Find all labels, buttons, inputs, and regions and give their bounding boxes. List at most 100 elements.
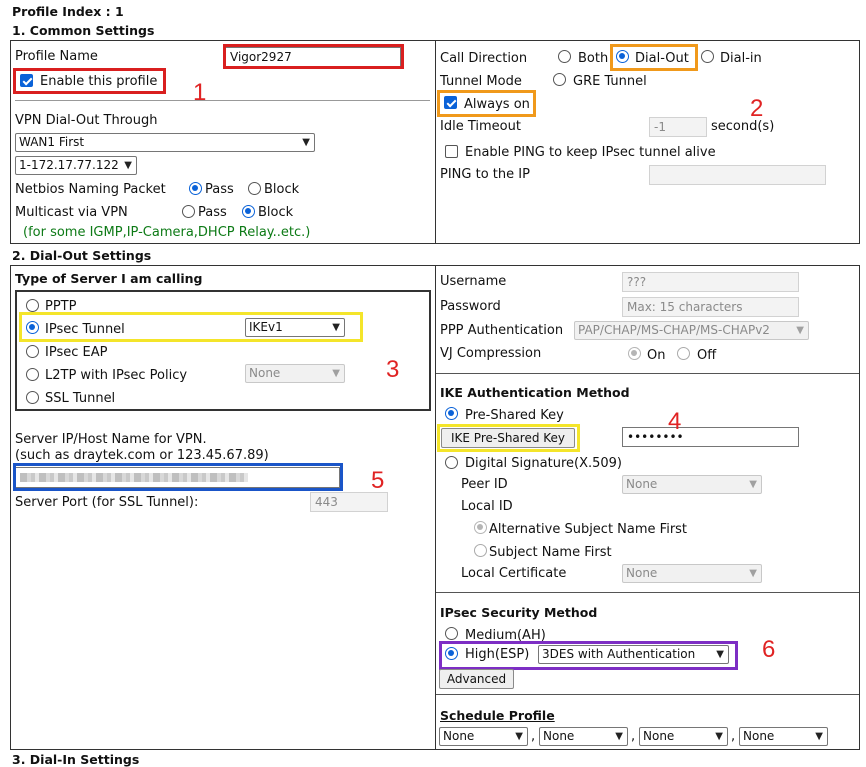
l2tp-label: L2TP with IPsec Policy	[45, 368, 188, 383]
profile-name-label: Profile Name	[15, 49, 98, 64]
ppp-auth-select[interactable]: PAP/CHAP/MS-CHAP/MS-CHAPv2 ▼	[574, 321, 809, 340]
local-id-label: Local ID	[461, 499, 513, 514]
ping-ip-input[interactable]	[649, 165, 826, 185]
username-label: Username	[440, 274, 507, 289]
ping-enable-checkbox[interactable]	[445, 145, 458, 158]
ssl-tunnel-radio[interactable]	[26, 391, 39, 404]
chevron-down-icon: ▼	[124, 160, 132, 171]
server-port-input[interactable]: 443	[310, 492, 388, 512]
chevron-down-icon: ▼	[796, 325, 804, 336]
schedule-separator: ,	[631, 729, 636, 744]
chevron-down-icon: ▼	[515, 731, 523, 742]
marker-3: 3	[386, 356, 400, 383]
profile-index: Profile Index : 1	[12, 4, 124, 19]
server-host-label: Server IP/Host Name for VPN.	[15, 432, 207, 447]
psk-label: Pre-Shared Key	[465, 408, 564, 423]
schedule-separator: ,	[731, 729, 736, 744]
vj-on-radio[interactable]	[628, 347, 641, 360]
dir-dialin-radio[interactable]	[701, 50, 714, 63]
schedule-value-2: None	[543, 729, 575, 743]
local-cert-label: Local Certificate	[461, 566, 567, 581]
schedule-value-1: None	[443, 729, 475, 743]
ipsec-eap-radio[interactable]	[26, 345, 39, 358]
chevron-down-icon: ▼	[332, 368, 340, 379]
schedule-select-1[interactable]: None ▼	[439, 727, 528, 746]
divider	[436, 694, 859, 695]
server-port-label: Server Port (for SSL Tunnel):	[15, 495, 199, 510]
peer-id-select[interactable]: None ▼	[622, 475, 762, 494]
password-label: Password	[440, 299, 501, 314]
marker-5: 5	[371, 467, 385, 494]
dir-dialin-label: Dial-in	[720, 51, 762, 66]
gre-tunnel-label: GRE Tunnel	[573, 74, 647, 89]
netbios-pass-label: Pass	[205, 182, 234, 197]
local-cert-value: None	[626, 566, 658, 580]
local-cert-select[interactable]: None ▼	[622, 564, 762, 583]
advanced-button[interactable]: Advanced	[439, 669, 514, 689]
l2tp-policy-select[interactable]: None ▼	[245, 364, 345, 383]
l2tp-policy-value: None	[249, 366, 281, 380]
password-input[interactable]: Max: 15 characters	[622, 297, 799, 317]
wan-select[interactable]: WAN1 First ▼	[15, 133, 315, 152]
dir-both-radio[interactable]	[558, 50, 571, 63]
ike-auth-title: IKE Authentication Method	[440, 385, 630, 400]
chevron-down-icon: ▼	[749, 568, 757, 579]
highlight-always-on	[437, 90, 536, 117]
username-input[interactable]: ???	[622, 272, 799, 292]
netbios-block-label: Block	[264, 182, 300, 197]
vj-compression-label: VJ Compression	[440, 346, 542, 361]
gre-tunnel-radio[interactable]	[553, 73, 566, 86]
marker-4: 4	[668, 408, 682, 435]
divider	[15, 100, 430, 101]
schedule-value-4: None	[743, 729, 775, 743]
dir-both-label: Both	[578, 51, 609, 66]
l2tp-radio[interactable]	[26, 368, 39, 381]
peer-id-value: None	[626, 477, 658, 491]
tunnel-mode-label: Tunnel Mode	[440, 74, 522, 89]
chevron-down-icon: ▼	[302, 137, 310, 148]
psk-input[interactable]: ••••••••	[622, 427, 799, 447]
chevron-down-icon: ▼	[715, 731, 723, 742]
ip-select-value: 1-172.17.77.122	[19, 158, 119, 172]
schedule-select-2[interactable]: None ▼	[539, 727, 628, 746]
multicast-pass-radio[interactable]	[182, 205, 195, 218]
idle-timeout-input[interactable]: -1	[649, 117, 707, 137]
vj-off-radio[interactable]	[677, 347, 690, 360]
schedule-profile-title: Schedule Profile	[440, 708, 555, 723]
alt-subject-radio[interactable]	[474, 521, 487, 534]
highlight-server-host	[13, 463, 343, 491]
schedule-select-3[interactable]: None ▼	[639, 727, 728, 746]
psk-radio[interactable]	[445, 407, 458, 420]
ssl-tunnel-label: SSL Tunnel	[45, 391, 116, 406]
netbios-label: Netbios Naming Packet	[15, 182, 166, 197]
multicast-block-radio[interactable]	[242, 205, 255, 218]
highlight-profile-name	[223, 44, 404, 69]
ipsec-security-title: IPsec Security Method	[440, 605, 598, 620]
netbios-pass-radio[interactable]	[189, 182, 202, 195]
alt-subject-label: Alternative Subject Name First	[489, 522, 688, 537]
divider	[436, 592, 859, 593]
multicast-pass-label: Pass	[198, 205, 227, 220]
schedule-select-4[interactable]: None ▼	[739, 727, 828, 746]
multicast-block-label: Block	[258, 205, 294, 220]
pptp-radio[interactable]	[26, 299, 39, 312]
marker-1: 1	[193, 79, 207, 106]
highlight-enable-profile	[13, 68, 166, 94]
ppp-auth-label: PPP Authentication	[440, 323, 564, 338]
peer-id-label: Peer ID	[461, 477, 508, 492]
call-direction-label: Call Direction	[440, 51, 528, 66]
section-dialout-settings-title: 2. Dial-Out Settings	[12, 248, 152, 263]
chevron-down-icon: ▼	[615, 731, 623, 742]
multicast-label: Multicast via VPN	[15, 205, 128, 220]
ip-select[interactable]: 1-172.17.77.122 ▼	[15, 156, 137, 175]
dialout-through-label: VPN Dial-Out Through	[15, 113, 158, 128]
netbios-block-radio[interactable]	[248, 182, 261, 195]
medium-ah-radio[interactable]	[445, 627, 458, 640]
subject-first-radio[interactable]	[474, 544, 487, 557]
highlight-psk-button	[437, 424, 580, 452]
digital-signature-radio[interactable]	[445, 456, 458, 469]
highlight-dial-out	[610, 44, 698, 71]
server-host-hint: (such as draytek.com or 123.45.67.89)	[15, 448, 269, 463]
subject-first-label: Subject Name First	[489, 545, 612, 560]
ping-enable-label: Enable PING to keep IPsec tunnel alive	[465, 145, 716, 160]
